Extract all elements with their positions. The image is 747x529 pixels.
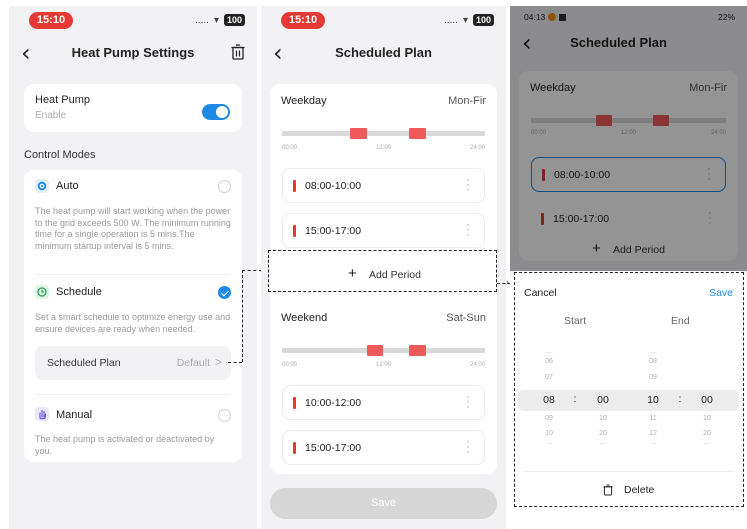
weekday-timeline	[282, 128, 485, 139]
more-vertical-icon[interactable]: · · ·	[466, 437, 470, 458]
period-time: 08:00-10:00	[305, 180, 362, 192]
mode-auto-radio[interactable]	[218, 180, 231, 193]
header: ‹ Heat Pump Settings	[9, 40, 257, 68]
period-item[interactable]: 08:00-10:00 · · ·	[282, 168, 485, 203]
tick-label: 12:00	[375, 145, 392, 151]
control-modes-card: Auto The heat pump will start working wh…	[24, 170, 242, 462]
signal-icon: .....	[195, 14, 209, 26]
battery-icon: 100	[472, 14, 494, 26]
page-title: Scheduled Plan	[335, 45, 432, 60]
save-button[interactable]: Save	[270, 488, 497, 519]
page-title: Heat Pump Settings	[71, 45, 195, 60]
weekend-card: Weekend Sat-Sun 00:00 12:00 24:00 10:00-…	[270, 300, 497, 474]
save-button-label: Save	[370, 497, 397, 509]
highlight-box	[268, 250, 497, 292]
status-icons: ..... ▾ 100	[195, 14, 245, 26]
scheduled-plan-row[interactable]: Scheduled Plan Default >	[35, 346, 231, 380]
modal-overlay[interactable]	[510, 6, 747, 271]
mode-auto-label: Auto	[56, 180, 79, 192]
chevron-right-icon: >	[214, 355, 222, 369]
mode-manual-desc: The heat pump is activated or deactivate…	[35, 434, 215, 456]
status-time: 15:10	[29, 12, 73, 29]
weekday-card: Weekday Mon-Fir 00:00 12:00 24:00 08:00-…	[270, 84, 497, 330]
header: ‹ Scheduled Plan	[261, 40, 506, 68]
battery-icon: 100	[223, 14, 245, 26]
connector-line	[228, 362, 242, 363]
period-marker	[293, 180, 296, 192]
weekend-label: Weekend	[281, 312, 328, 324]
more-vertical-icon[interactable]: · · ·	[466, 220, 470, 241]
tick-label: 00:00	[282, 362, 298, 368]
weekend-timeline	[282, 345, 485, 356]
more-vertical-icon[interactable]: · · ·	[466, 175, 470, 196]
connector-line	[242, 270, 262, 271]
heat-pump-label: Heat Pump	[35, 94, 91, 106]
status-icons: ..... ▾ 100	[444, 14, 494, 26]
tick-label: 12:00	[375, 362, 392, 368]
weekday-range: Mon-Fir	[448, 95, 486, 107]
mode-manual-radio[interactable]	[218, 409, 231, 422]
period-time: 10:00-12:00	[305, 397, 362, 409]
heat-pump-card: Heat Pump Enable	[24, 84, 242, 132]
period-item[interactable]: 15:00-17:00 · · ·	[282, 213, 485, 248]
mode-auto-desc: The heat pump will start working when th…	[35, 206, 231, 251]
mode-schedule-label: Schedule	[56, 286, 102, 298]
timeline-segment	[366, 345, 384, 356]
control-modes-label: Control Modes	[24, 149, 96, 161]
period-time: 15:00-17:00	[305, 442, 362, 454]
signal-icon: .....	[444, 14, 458, 26]
gear-icon	[35, 179, 49, 193]
weekday-label: Weekday	[281, 95, 327, 107]
timeline-segment	[349, 128, 367, 139]
heat-pump-toggle[interactable]	[202, 104, 230, 120]
trash-icon[interactable]	[231, 44, 245, 60]
period-item[interactable]: 10:00-12:00 · · ·	[282, 385, 485, 420]
divider	[35, 274, 231, 275]
weekend-range: Sat-Sun	[446, 312, 486, 324]
mode-schedule-desc: Set a smart schedule to optimize energy …	[35, 312, 231, 334]
tick-label: 00:00	[282, 145, 298, 151]
hand-icon	[35, 407, 49, 421]
scheduled-plan-label: Scheduled Plan	[47, 357, 121, 369]
timeline-segment	[408, 128, 426, 139]
timeline-segment	[408, 345, 426, 356]
wifi-icon: ▾	[462, 14, 468, 26]
connector-arrow-icon: ›	[506, 277, 509, 287]
heat-pump-settings-screen: 15:10 ..... ▾ 100 ‹ Heat Pump Settings H…	[9, 6, 257, 529]
status-time: 15:10	[281, 12, 325, 29]
tick-label: 24:00	[469, 362, 485, 368]
period-marker	[293, 397, 296, 409]
period-item[interactable]: 15:00-17:00 · · ·	[282, 430, 485, 465]
period-time: 15:00-17:00	[305, 225, 362, 237]
divider	[35, 394, 231, 395]
heat-pump-sub: Enable	[35, 110, 67, 121]
mode-manual-label: Manual	[56, 409, 93, 421]
more-vertical-icon[interactable]: · · ·	[466, 392, 470, 413]
scheduled-plan-value: Default	[176, 357, 210, 369]
tick-label: 24:00	[469, 145, 485, 151]
period-marker	[293, 442, 296, 454]
mode-schedule-radio[interactable]	[218, 286, 231, 299]
highlight-box	[514, 272, 744, 507]
connector-line	[242, 270, 243, 362]
clock-icon	[35, 285, 49, 299]
period-marker	[293, 225, 296, 237]
wifi-icon: ▾	[213, 14, 219, 26]
